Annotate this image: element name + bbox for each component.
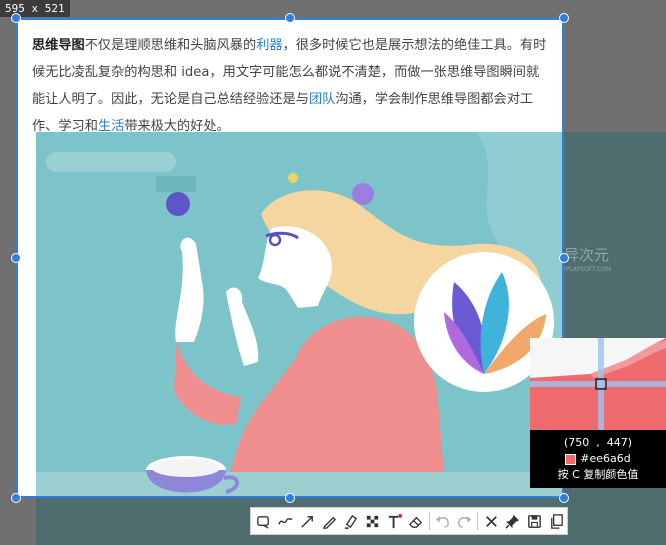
text-tool[interactable]: [383, 508, 405, 534]
pen-tool[interactable]: [318, 508, 340, 534]
close-icon: [485, 515, 497, 527]
copy-button[interactable]: [545, 508, 567, 534]
mosaic-tool[interactable]: [362, 508, 384, 534]
capture-selection[interactable]: 思维导图不仅是理顺思维和头脑风暴的利器，很多时候它也是展示想法的绝佳工具。有时候…: [16, 18, 564, 498]
save-button[interactable]: [524, 508, 546, 534]
mindmap-illustration: [36, 132, 564, 498]
undo-button[interactable]: [432, 508, 454, 534]
toolbar-divider: [477, 512, 479, 530]
magnifier-zoom-view: [530, 338, 666, 430]
resize-handle-top-left[interactable]: [11, 13, 21, 23]
watermark-name: 异次元: [564, 246, 609, 264]
resize-handle-middle-left[interactable]: [11, 253, 21, 263]
coords-x: 750: [568, 436, 590, 449]
article-bold-lead: 思维导图: [32, 38, 85, 53]
color-magnifier: [530, 338, 666, 430]
copy-color-hint: 按 C 复制颜色值: [557, 468, 639, 481]
selection-size-badge: 595 x 521: [0, 0, 70, 17]
picked-color-hex: #ee6a6d: [580, 452, 631, 465]
pin-icon: [505, 514, 520, 529]
mosaic-icon: [366, 515, 379, 527]
freehand-icon: [278, 517, 293, 525]
coords-y: 447: [606, 436, 628, 449]
resize-handle-bottom-center[interactable]: [285, 493, 295, 503]
resize-handle-top-center[interactable]: [285, 13, 295, 23]
resize-handle-bottom-left[interactable]: [11, 493, 21, 503]
cancel-button[interactable]: [480, 508, 502, 534]
resize-handle-top-right[interactable]: [559, 13, 569, 23]
rectangle-icon: [257, 515, 270, 529]
eraser-tool[interactable]: [405, 508, 427, 534]
arrow-icon: [301, 515, 313, 528]
undo-icon: [435, 515, 450, 528]
magnifier-info: (750 , 447) #ee6a6d 按 C 复制颜色值: [530, 430, 666, 488]
pixel-coordinates: (750 , 447): [530, 435, 666, 451]
pin-button[interactable]: [502, 508, 524, 534]
article-link-1[interactable]: 利器: [256, 38, 282, 53]
resize-handle-bottom-right[interactable]: [559, 493, 569, 503]
article-link-2[interactable]: 团队: [309, 92, 335, 107]
article-paragraph: 思维导图不仅是理顺思维和头脑风暴的利器，很多时候它也是展示想法的绝佳工具。有时候…: [32, 32, 552, 140]
color-swatch: [565, 453, 577, 465]
redo-button[interactable]: [453, 508, 475, 534]
highlighter-tool[interactable]: [340, 508, 362, 534]
pen-icon: [322, 516, 336, 529]
picked-color-row: #ee6a6d: [530, 451, 666, 467]
copy-icon: [550, 513, 563, 529]
toolbar-divider: [428, 512, 430, 530]
coords-close: ): [627, 436, 633, 449]
rectangle-tool[interactable]: [253, 508, 275, 534]
highlighter-icon: [345, 514, 358, 529]
watermark-sub: IPLAYSOFT.COM: [564, 266, 611, 273]
eraser-icon: [409, 516, 423, 528]
save-icon: [528, 514, 541, 528]
redo-icon: [457, 515, 471, 528]
coords-separator: ,: [596, 436, 600, 449]
arrow-tool[interactable]: [296, 508, 318, 534]
text-icon: [388, 513, 402, 528]
annotation-toolbar: [250, 507, 568, 535]
freehand-tool[interactable]: [275, 508, 297, 534]
article-text-1: 不仅是理顺思维和头脑风暴的: [84, 38, 257, 53]
resize-handle-middle-right[interactable]: [559, 253, 569, 263]
